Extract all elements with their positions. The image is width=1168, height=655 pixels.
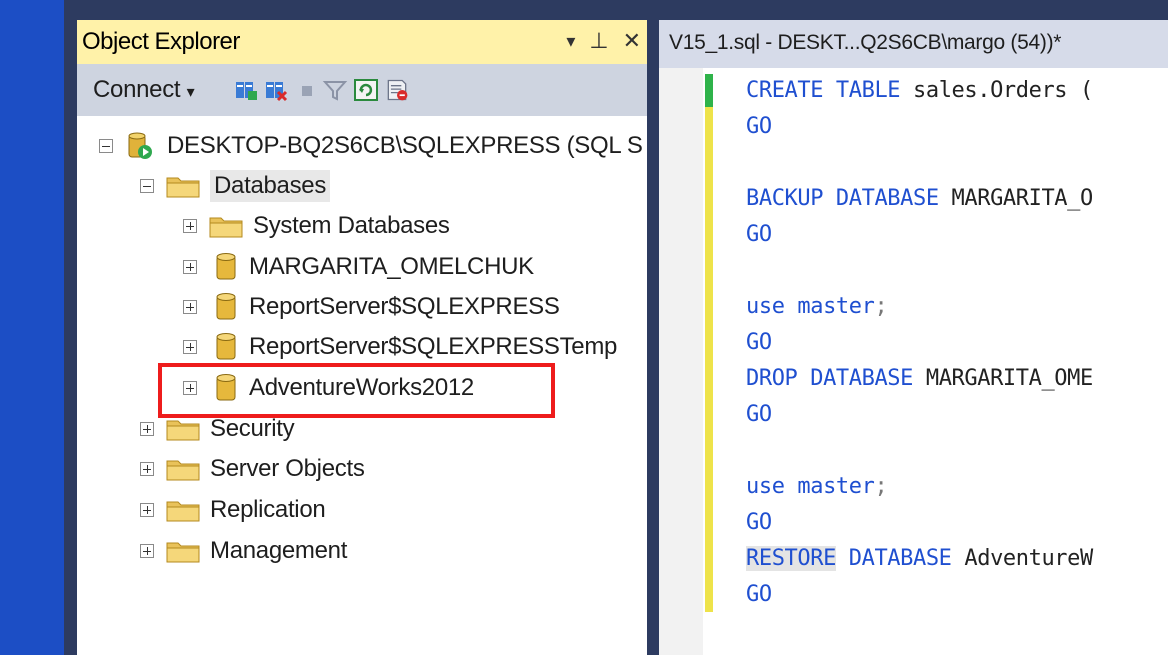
tree-node-db-reportserver-temp[interactable]: ReportServer$SQLEXPRESSTemp — [183, 327, 617, 367]
query-editor-tab[interactable]: V15_1.sql - DESKT...Q2S6CB\margo (54))* — [659, 20, 1168, 68]
disconnect-icon[interactable] — [263, 77, 289, 103]
database-icon — [216, 253, 236, 280]
connect-label: Connect — [93, 76, 181, 103]
sql-punct: ; — [874, 474, 888, 499]
auto-hide-pin-icon[interactable]: ⊥ — [589, 28, 608, 54]
expand-icon[interactable] — [140, 503, 154, 517]
sql-text: sales.Orders ( — [900, 78, 1093, 103]
tree-node-db-margarita[interactable]: MARGARITA_OMELCHUK — [183, 247, 534, 287]
folder-icon — [166, 501, 200, 522]
tree-node-databases[interactable]: Databases — [140, 166, 331, 206]
code-line-10: GO — [746, 510, 772, 535]
tree-label: System Databases — [253, 212, 450, 239]
code-line-12: GO — [746, 582, 772, 607]
tree-node-replication[interactable]: Replication — [140, 490, 326, 530]
sql-keyword: RESTORE — [746, 546, 836, 571]
sql-text: MARGARITA_OME — [913, 366, 1093, 391]
folder-icon — [166, 460, 200, 481]
expand-icon[interactable] — [183, 300, 197, 314]
panel-window-controls: ▾ ⊥ ✕ — [566, 26, 641, 56]
tree-node-db-reportserver[interactable]: ReportServer$SQLEXPRESS — [183, 287, 560, 327]
unsaved-change-marker — [705, 107, 713, 612]
code-line-1: CREATE TABLE sales.Orders ( — [746, 78, 1093, 103]
sql-keyword: DATABASE — [835, 546, 952, 571]
database-icon — [216, 293, 236, 320]
desktop-background — [0, 0, 64, 655]
tree-node-system-databases[interactable]: System Databases — [183, 206, 450, 246]
code-line-7: DROP DATABASE MARGARITA_OME — [746, 366, 1093, 391]
object-explorer-titlebar: Object Explorer ▾ ⊥ ✕ — [77, 20, 647, 64]
expand-icon[interactable] — [183, 340, 197, 354]
editor-gutter — [659, 68, 703, 655]
activity-monitor-icon[interactable] — [384, 77, 410, 103]
tab-title: V15_1.sql - DESKT...Q2S6CB\margo (54))* — [669, 31, 1062, 54]
code-line-2: GO — [746, 114, 772, 139]
expand-icon[interactable] — [140, 462, 154, 476]
tree-label: ReportServer$SQLEXPRESSTemp — [249, 333, 618, 360]
tree-label: Security — [210, 415, 295, 442]
refresh-icon[interactable] — [353, 77, 379, 103]
stop-icon[interactable] — [294, 77, 320, 103]
tree-label: ReportServer$SQLEXPRESS — [249, 293, 560, 320]
object-explorer-toolbar: Connect ▾ — [77, 64, 647, 116]
register-server-icon[interactable] — [233, 77, 259, 103]
tree-label: Replication — [210, 496, 326, 523]
tree-node-server[interactable]: DESKTOP-BQ2S6CB\SQLEXPRESS (SQL S — [99, 126, 643, 166]
sql-punct: ; — [874, 294, 888, 319]
expand-icon[interactable] — [183, 219, 197, 233]
code-line-6: GO — [746, 330, 772, 355]
sql-keyword: use — [746, 474, 785, 499]
code-line-4: GO — [746, 222, 772, 247]
tree-label: DESKTOP-BQ2S6CB\SQLEXPRESS (SQL S — [167, 132, 643, 159]
sql-object: master — [784, 294, 875, 319]
sql-keyword: BACKUP DATABASE — [746, 186, 939, 211]
code-line-5: use master; — [746, 294, 888, 319]
folder-icon — [166, 420, 200, 441]
window-position-icon[interactable]: ▾ — [566, 31, 575, 52]
close-icon[interactable]: ✕ — [623, 28, 641, 54]
sql-keyword: DROP DATABASE — [746, 366, 913, 391]
code-line-3: BACKUP DATABASE MARGARITA_O — [746, 186, 1093, 211]
tree-label: Databases — [210, 170, 331, 202]
sql-keyword: use — [746, 294, 785, 319]
folder-icon — [166, 542, 200, 563]
filter-icon[interactable] — [322, 77, 348, 103]
object-explorer-title: Object Explorer — [82, 28, 240, 55]
connect-button[interactable]: Connect ▾ — [93, 76, 195, 104]
sql-text: MARGARITA_O — [938, 186, 1094, 211]
sql-object: master — [784, 474, 875, 499]
expand-icon[interactable] — [140, 422, 154, 436]
tree-node-security[interactable]: Security — [140, 409, 295, 449]
code-line-9: use master; — [746, 474, 888, 499]
tree-node-server-objects[interactable]: Server Objects — [140, 449, 365, 489]
collapse-icon[interactable] — [140, 179, 154, 193]
server-icon — [128, 132, 152, 159]
tree-node-management[interactable]: Management — [140, 531, 347, 571]
expand-icon[interactable] — [140, 544, 154, 558]
expand-icon[interactable] — [183, 260, 197, 274]
saved-change-marker — [705, 74, 713, 107]
collapse-icon[interactable] — [99, 139, 113, 153]
tree-label: Management — [210, 537, 348, 564]
code-line-8: GO — [746, 402, 772, 427]
database-icon — [216, 333, 236, 360]
sql-text: AdventureW — [951, 546, 1093, 571]
folder-icon — [166, 177, 200, 198]
tree-label: MARGARITA_OMELCHUK — [249, 253, 534, 280]
code-line-11: RESTORE DATABASE AdventureW — [746, 546, 1093, 571]
sql-keyword: CREATE TABLE — [746, 78, 901, 103]
tree-label: Server Objects — [210, 455, 365, 482]
chevron-down-icon: ▾ — [186, 84, 195, 101]
folder-icon — [209, 217, 243, 238]
